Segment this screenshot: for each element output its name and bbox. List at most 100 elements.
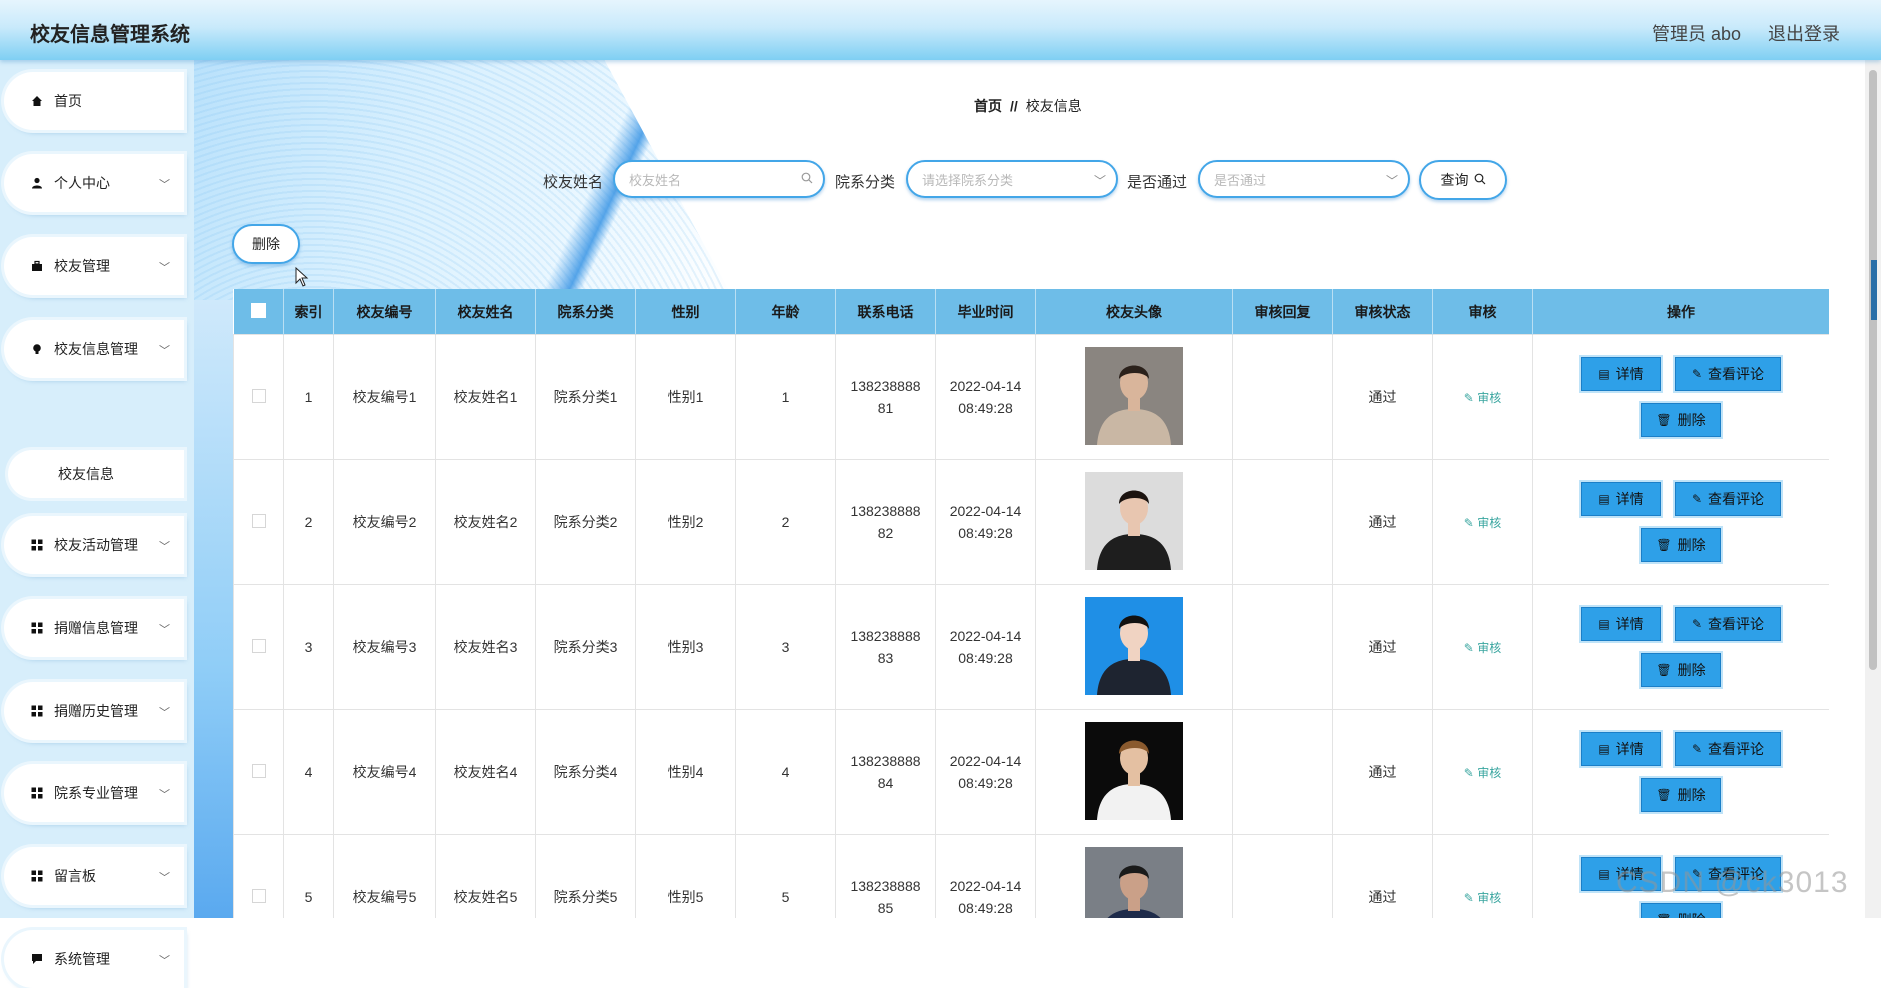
graduation-date: 2022-04-14 [949, 628, 1022, 644]
sidebar-item-message-board[interactable]: 留言板 ﹀ [4, 847, 184, 905]
scrollbar-thumb[interactable] [1869, 70, 1877, 670]
sidebar-item-system-management[interactable]: 系统管理 ﹀ [4, 930, 184, 988]
cell-actions: ▤ 详情 ✎ 查看评论 🗑 删除 [1532, 709, 1829, 835]
graduation-time: 08:49:28 [958, 650, 1013, 666]
graduation-time: 08:49:28 [958, 525, 1013, 541]
decorative-side-band [194, 300, 234, 918]
cell-age: 5 [735, 834, 836, 918]
detail-button[interactable]: ▤ 详情 [1581, 607, 1661, 641]
detail-button[interactable]: ▤ 详情 [1581, 482, 1661, 516]
cell-index: 4 [283, 709, 334, 835]
vertical-scrollbar[interactable] [1865, 60, 1881, 918]
sidebar-item-alumni-activity[interactable]: 校友活动管理 ﹀ [4, 516, 184, 574]
sidebar-item-label: 系统管理 [54, 951, 110, 967]
query-button-label: 查询 [1440, 172, 1469, 188]
breadcrumb-home[interactable]: 首页 [974, 98, 1002, 114]
briefcase-icon [30, 259, 44, 273]
cell-phone: 138238888 81 [835, 334, 936, 460]
audit-link[interactable]: ✎ 审核 [1464, 891, 1501, 905]
alumni-avatar[interactable] [1085, 721, 1183, 820]
row-checkbox[interactable] [251, 888, 266, 903]
alumni-avatar[interactable] [1085, 471, 1183, 570]
audit-link[interactable]: ✎ 审核 [1464, 516, 1501, 530]
sidebar-item-donation-info[interactable]: 捐赠信息管理 ﹀ [4, 599, 184, 657]
row-delete-button[interactable]: 🗑 删除 [1641, 903, 1721, 918]
pass-select[interactable]: 是否通过 ﹀ [1198, 160, 1410, 198]
row-delete-button[interactable]: 🗑 删除 [1641, 403, 1721, 437]
batch-delete-button[interactable]: 删除 [232, 224, 300, 264]
cell-audit-status: 通过 [1332, 459, 1433, 585]
phone-part: 138238888 [850, 378, 921, 394]
view-comments-button[interactable]: ✎ 查看评论 [1675, 357, 1781, 391]
select-all-checkbox[interactable] [250, 302, 266, 318]
sidebar-item-alumni-info-management[interactable]: 校友信息管理 ﹀ [4, 320, 184, 378]
audit-link[interactable]: ✎ 审核 [1464, 641, 1501, 655]
alumni-avatar[interactable] [1085, 346, 1183, 445]
detail-button[interactable]: ▤ 详情 [1581, 732, 1661, 766]
sidebar-item-label: 校友活动管理 [54, 537, 138, 553]
document-icon: ▤ [1598, 742, 1610, 756]
chevron-down-icon: ﹀ [159, 955, 170, 967]
row-checkbox[interactable] [251, 638, 266, 653]
col-header: 审核回复 [1232, 289, 1333, 335]
row-select-cell[interactable] [233, 584, 284, 710]
col-header: 校友编号 [333, 289, 436, 335]
cell-alumni-name: 校友姓名3 [435, 584, 536, 710]
sidebar-subitem-alumni-info[interactable]: 校友信息 [8, 450, 184, 498]
cell-age: 1 [735, 334, 836, 460]
phone-part: 84 [877, 775, 894, 791]
row-delete-button[interactable]: 🗑 删除 [1641, 778, 1721, 812]
query-button[interactable]: 查询 [1419, 160, 1507, 200]
row-select-cell[interactable] [233, 334, 284, 460]
detail-button[interactable]: ▤ 详情 [1581, 357, 1661, 391]
sidebar-item-donation-history[interactable]: 捐赠历史管理 ﹀ [4, 682, 184, 740]
row-select-cell[interactable] [233, 709, 284, 835]
graduation-time: 08:49:28 [958, 400, 1013, 416]
row-select-cell[interactable] [233, 834, 284, 918]
edit-icon: ✎ [1691, 367, 1703, 381]
row-select-cell[interactable] [233, 459, 284, 585]
graduation-date: 2022-04-14 [949, 878, 1022, 894]
col-header: 毕业时间 [935, 289, 1036, 335]
cell-audit: ✎ 审核 [1432, 459, 1533, 585]
alumni-avatar[interactable] [1085, 596, 1183, 695]
edit-icon: ✎ [1463, 765, 1478, 780]
logout-link[interactable]: 退出登录 [1768, 20, 1840, 46]
view-comments-button[interactable]: ✎ 查看评论 [1675, 607, 1781, 641]
table-row: 3 校友编号3 校友姓名3 院系分类3 性别3 3 138238888 83 2022-04-1… [233, 584, 1829, 710]
row-delete-button[interactable]: 🗑 删除 [1641, 653, 1721, 687]
col-header: 院系分类 [535, 289, 636, 335]
audit-link[interactable]: ✎ 审核 [1464, 766, 1501, 780]
row-delete-button[interactable]: 🗑 删除 [1641, 528, 1721, 562]
view-comments-button[interactable]: ✎ 查看评论 [1675, 732, 1781, 766]
sidebar-item-alumni-management[interactable]: 校友管理 ﹀ [4, 237, 184, 295]
row-checkbox[interactable] [251, 763, 266, 778]
sidebar-item-department-major[interactable]: 院系专业管理 ﹀ [4, 764, 184, 822]
sidebar-item-personal-center[interactable]: 个人中心 ﹀ [4, 154, 184, 212]
name-search-input[interactable]: 校友姓名 [613, 160, 825, 198]
cell-alumni-no: 校友编号2 [333, 459, 436, 585]
col-header: 校友头像 [1035, 289, 1233, 335]
cell-alumni-no: 校友编号4 [333, 709, 436, 835]
audit-link-label: 审核 [1477, 640, 1502, 655]
select-all-cell[interactable] [233, 289, 284, 335]
row-checkbox[interactable] [251, 388, 266, 403]
cell-index: 1 [283, 334, 334, 460]
graduation-time: 08:49:28 [958, 900, 1013, 916]
edit-icon: ✎ [1691, 492, 1703, 506]
search-icon [801, 172, 813, 187]
table-header-row: 索引 校友编号 校友姓名 院系分类 性别 年龄 联系电话 毕业时间 校友头像 审… [233, 289, 1829, 335]
name-search-placeholder: 校友姓名 [629, 172, 682, 188]
audit-link-label: 审核 [1477, 890, 1502, 905]
watermark: CSDN @ck3013 [1616, 866, 1849, 899]
view-comments-button-label: 查看评论 [1708, 366, 1765, 382]
sidebar-item-home[interactable]: 首页 [4, 72, 184, 130]
row-checkbox[interactable] [251, 513, 266, 528]
view-comments-button[interactable]: ✎ 查看评论 [1675, 482, 1781, 516]
dept-select[interactable]: 请选择院系分类 ﹀ [906, 160, 1118, 198]
chevron-down-icon: ﹀ [159, 707, 170, 719]
alumni-avatar[interactable] [1085, 846, 1183, 918]
chevron-down-icon: ﹀ [159, 345, 170, 357]
audit-link[interactable]: ✎ 审核 [1464, 391, 1501, 405]
audit-link-label: 审核 [1477, 515, 1502, 530]
